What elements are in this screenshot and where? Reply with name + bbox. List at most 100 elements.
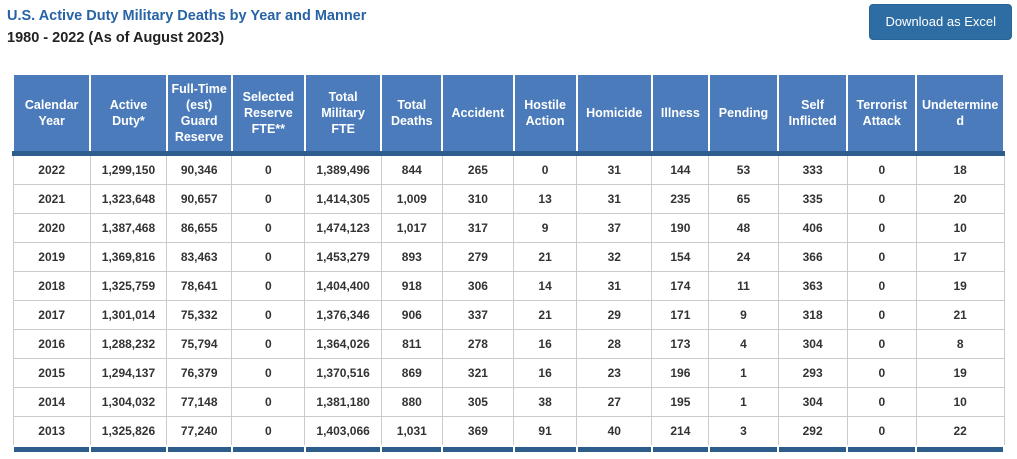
table-cell: 24 xyxy=(708,242,779,272)
table-cell: 0 xyxy=(846,184,917,214)
table-cell: 0 xyxy=(846,358,917,388)
table-cell: 174 xyxy=(651,271,710,301)
table-cell: 78,641 xyxy=(166,271,233,301)
table-cell: 337 xyxy=(441,300,515,330)
table-cell: 17 xyxy=(915,242,1005,272)
cutoff-cell xyxy=(11,445,92,452)
cutoff-cell xyxy=(846,445,918,452)
table-cell: 75,332 xyxy=(166,300,233,330)
table-cell: 1,387,468 xyxy=(89,213,168,243)
table-cell: 32 xyxy=(576,242,653,272)
table-cell: 27 xyxy=(576,387,653,417)
table-cell: 318 xyxy=(777,300,848,330)
table-row: 2020 1,387,468 86,655 0 1,474,123 1,017 317 9 37… xyxy=(12,213,1005,243)
table-cell: 1,299,150 xyxy=(89,153,168,185)
table-cell: 144 xyxy=(651,153,710,185)
table-cell: 37 xyxy=(576,213,653,243)
table-cell: 31 xyxy=(576,271,653,301)
table-cell: 893 xyxy=(380,242,443,272)
column-header: Pending xyxy=(707,73,780,156)
table-cell: 196 xyxy=(651,358,710,388)
table-cell: 195 xyxy=(651,387,710,417)
table-cell: 0 xyxy=(231,213,306,243)
table-cell: 2017 xyxy=(12,300,91,330)
table-cell: 0 xyxy=(846,387,917,417)
table-cell: 86,655 xyxy=(166,213,233,243)
table-cell: 53 xyxy=(708,153,779,185)
table-cell: 2022 xyxy=(12,153,91,185)
table-cell: 310 xyxy=(441,184,515,214)
table-cell: 0 xyxy=(231,184,306,214)
table-cell: 366 xyxy=(777,242,848,272)
table-cell: 40 xyxy=(576,416,653,447)
table-cell: 0 xyxy=(231,329,306,359)
table-cell: 1,009 xyxy=(380,184,443,214)
table-cell: 0 xyxy=(846,213,917,243)
table-cell: 0 xyxy=(846,153,917,185)
cutoff-cell xyxy=(89,445,168,452)
table-cell: 21 xyxy=(513,300,578,330)
column-header: Active Duty* xyxy=(89,73,168,156)
table-cell: 3 xyxy=(708,416,779,447)
cutoff-cell xyxy=(650,445,710,452)
table-cell: 154 xyxy=(651,242,710,272)
table-cell: 1,474,123 xyxy=(304,213,382,243)
cutoff-cell xyxy=(441,445,515,452)
column-header: Hostile Action xyxy=(512,73,578,156)
table-cell: 8 xyxy=(915,329,1005,359)
table-cell: 0 xyxy=(231,358,306,388)
table-cell: 29 xyxy=(576,300,653,330)
table-cell: 23 xyxy=(576,358,653,388)
table-cell: 906 xyxy=(380,300,443,330)
table-cell: 90,657 xyxy=(166,184,233,214)
table-cell: 214 xyxy=(651,416,710,447)
table-cell: 10 xyxy=(915,387,1005,417)
table-cell: 0 xyxy=(231,387,306,417)
table-cell: 1,325,826 xyxy=(89,416,168,447)
table-cell: 11 xyxy=(708,271,779,301)
table-row: 2014 1,304,032 77,148 0 1,381,180 880 305 38 27 1… xyxy=(12,387,1005,417)
table-cell: 918 xyxy=(380,271,443,301)
cutoff-cell xyxy=(915,445,1005,452)
table-cell: 306 xyxy=(441,271,515,301)
military-deaths-table: Calendar Year Active Duty* Full-Time (est)… xyxy=(11,73,1005,452)
table-cell: 406 xyxy=(777,213,848,243)
table-row: 2021 1,323,648 90,657 0 1,414,305 1,009 310 13 3… xyxy=(12,184,1005,214)
table-cell: 90,346 xyxy=(166,153,233,185)
table-cell: 1,403,066 xyxy=(304,416,382,447)
table-cell: 16 xyxy=(513,358,578,388)
table-cell: 77,240 xyxy=(166,416,233,447)
cutoff-cell xyxy=(230,445,306,452)
table-cell: 77,148 xyxy=(166,387,233,417)
cutoff-cell xyxy=(707,445,780,452)
table-cell: 321 xyxy=(441,358,515,388)
cutoff-cell xyxy=(777,445,849,452)
table-cell: 19 xyxy=(915,358,1005,388)
table-cell: 22 xyxy=(915,416,1005,447)
table-cell: 265 xyxy=(441,153,515,185)
table-cell: 1,325,759 xyxy=(89,271,168,301)
table-cell: 1,017 xyxy=(380,213,443,243)
table-cell: 811 xyxy=(380,329,443,359)
table-cell: 13 xyxy=(513,184,578,214)
table-body: 2022 1,299,150 90,346 0 1,389,496 844 265 0 31 14… xyxy=(12,153,1005,447)
table-cell: 0 xyxy=(231,242,306,272)
table-cell: 20 xyxy=(915,184,1005,214)
table-cell: 75,794 xyxy=(166,329,233,359)
table-cell: 2013 xyxy=(12,416,91,447)
table-cell: 1,364,026 xyxy=(304,329,382,359)
download-as-excel-button[interactable]: Download as Excel xyxy=(869,4,1012,41)
table-cell: 31 xyxy=(576,184,653,214)
table-cell: 0 xyxy=(513,153,578,185)
column-header: Selected Reserve FTE** xyxy=(230,73,306,156)
table-cell: 0 xyxy=(846,300,917,330)
table-cell: 19 xyxy=(915,271,1005,301)
table-cell: 0 xyxy=(231,271,306,301)
table-row: 2017 1,301,014 75,332 0 1,376,346 906 337 21 29 1… xyxy=(12,300,1005,330)
cutoff-cell xyxy=(303,445,383,452)
table-cell: 21 xyxy=(915,300,1005,330)
table-cell: 1,031 xyxy=(380,416,443,447)
table-cell: 28 xyxy=(576,329,653,359)
column-header: Full-Time (est) Guard Reserve xyxy=(165,73,233,156)
table-cell: 171 xyxy=(651,300,710,330)
